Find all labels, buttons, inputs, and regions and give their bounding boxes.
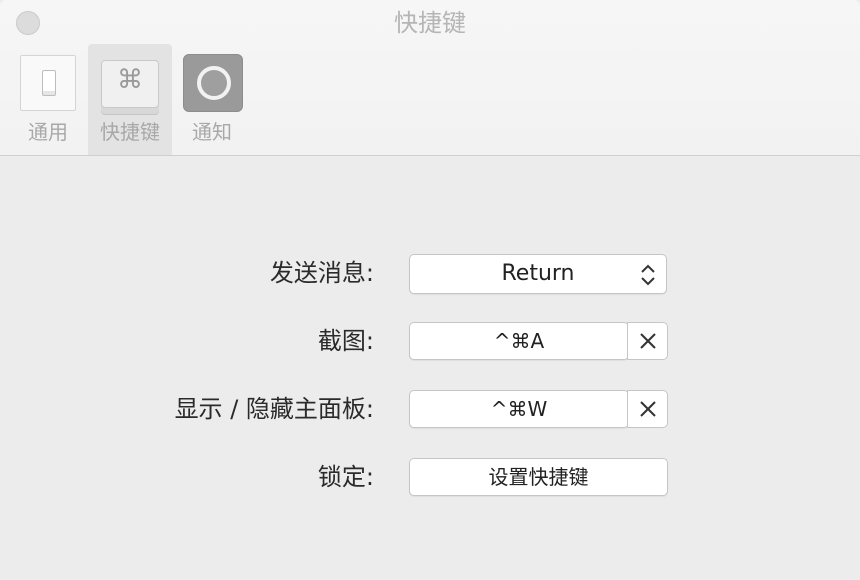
notification-icon	[182, 54, 243, 112]
set-lock-shortcut-button[interactable]: 设置快捷键	[409, 458, 668, 496]
send-message-value: Return	[501, 261, 575, 286]
send-message-select[interactable]: Return	[409, 254, 667, 294]
tab-shortcuts-label: 快捷键	[100, 120, 160, 144]
toggle-panel-label: 显示 / 隐藏主面板:	[174, 395, 374, 423]
close-icon	[640, 333, 656, 349]
screenshot-clear-button[interactable]	[627, 322, 668, 360]
lock-row: 锁定: 设置快捷键	[0, 457, 860, 497]
window-title: 快捷键	[394, 9, 466, 37]
screenshot-label: 截图:	[317, 327, 374, 355]
screenshot-row: 截图: ^⌘A	[0, 321, 860, 361]
toolbar: 快捷键 通用 ⌘ 快捷键 通知	[0, 0, 860, 156]
send-message-label: 发送消息:	[269, 259, 374, 287]
chevron-updown-icon	[641, 264, 655, 286]
toggle-panel-row: 显示 / 隐藏主面板: ^⌘W	[0, 389, 860, 429]
screenshot-shortcut-field[interactable]: ^⌘A	[409, 322, 629, 360]
tab-notifications-label: 通知	[192, 120, 232, 144]
preferences-window: 快捷键 通用 ⌘ 快捷键 通知 发送消息: Return 截图: ^⌘A 显示 …	[0, 0, 860, 580]
lock-label: 锁定:	[317, 463, 374, 491]
tab-notifications[interactable]: 通知	[170, 44, 254, 155]
command-key-icon: ⌘	[100, 54, 160, 112]
tab-general-label: 通用	[28, 120, 68, 144]
tab-shortcuts[interactable]: ⌘ 快捷键	[88, 44, 172, 155]
toggle-panel-clear-button[interactable]	[627, 390, 668, 428]
toggle-panel-shortcut-field[interactable]: ^⌘W	[409, 390, 629, 428]
tab-general[interactable]: 通用	[6, 44, 90, 155]
close-icon	[640, 401, 656, 417]
switch-icon	[18, 54, 78, 112]
send-message-row: 发送消息: Return	[0, 253, 860, 294]
